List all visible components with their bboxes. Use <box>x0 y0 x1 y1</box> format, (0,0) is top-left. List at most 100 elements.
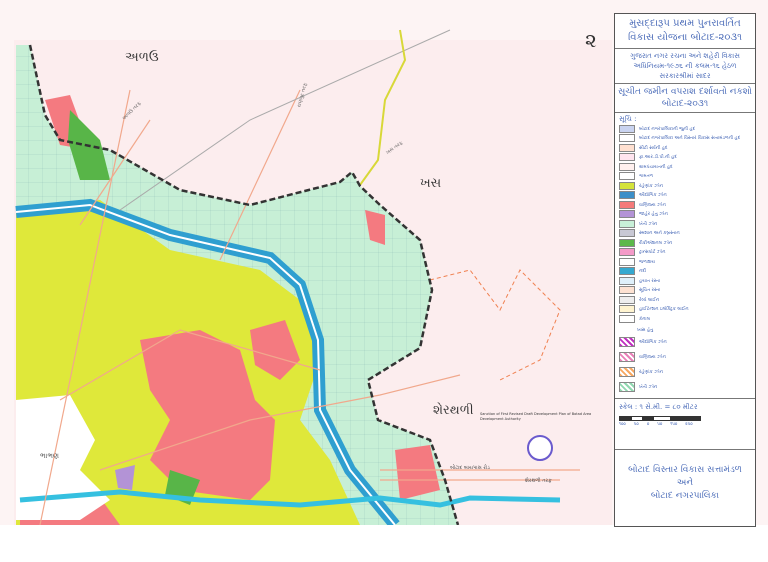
legend-swatch <box>619 172 635 181</box>
legend-swatch <box>619 352 635 362</box>
road-label: બોટાદ બાયપાસ રોડ <box>450 465 490 471</box>
sheet-number: ૨ <box>585 28 597 52</box>
scale-tick: ૫૦ <box>657 421 663 426</box>
scale-tick: ૦ <box>646 421 650 426</box>
scale-bar: સ્કેલ : ૧ સે.મી. = ૮૦ મીટર ૧૦૦ ૫૦ ૦ ૫૦ ૧૫૦ ૨૫… <box>615 398 755 430</box>
place-label-southwest: ભાભણ <box>40 452 60 460</box>
legend-label: વાણિજ્ય ઝોન <box>639 202 666 208</box>
approval-note: Sanction of First Revised Draft Developm… <box>480 412 592 421</box>
government-seal <box>527 435 553 461</box>
map-title: સૂચીત જમીન વપરાશ દર્શાવતો નકશો બોટાદ-૨૦૩… <box>615 84 755 113</box>
legend-label: રેલ્વે લાઈન <box>639 297 660 303</box>
legend-label: નદી <box>639 269 647 275</box>
legend-label: સૂચિત રસ્તા <box>639 288 661 294</box>
legend-swatch <box>619 267 635 276</box>
legend-item: કેનાલ <box>619 314 751 324</box>
legend-label: હાઈટેન્શન ઇલેક્ટ્રિક લાઈન <box>639 307 689 313</box>
legend-swatch <box>619 382 635 392</box>
legend-label: ખેતી ઝોન <box>639 221 658 227</box>
scale-tick: ૧૦૦ <box>619 421 626 426</box>
legend-item: ઔદ્યોગિક ઝોન <box>619 191 751 201</box>
legend-item: હાઈટેન્શન ઇલેક્ટ્રિક લાઈન <box>619 305 751 315</box>
legend-swatch <box>619 229 635 238</box>
title-panel: મુસદ્દારૂપ પ્રથમ પુનરાવર્તિત વિકાસ યોજના… <box>614 13 756 527</box>
scale-text: સ્કેલ : ૧ સે.મી. = ૮૦ મીટર <box>619 403 698 411</box>
legend-item: જળાશય <box>619 257 751 267</box>
legend-title: સૂચિ : <box>619 115 637 123</box>
legend-swatch <box>619 257 635 266</box>
legend-item: હયાત રસ્તા <box>619 276 751 286</box>
legend-item: જાહેર હેતુ ઝોન <box>619 210 751 220</box>
legend-hatched-title: ખાસ હેતુ <box>637 327 654 333</box>
legend-item: રીક્રીએશનલ ઝોન <box>619 238 751 248</box>
legend-label: કેનાલ <box>639 316 651 322</box>
legend: સૂચિ : બોટાદ નગરપાલિકાની જુની હદ બોટાદ નગ… <box>615 113 755 397</box>
legend-item: બોટાદ નગરપાલિકા અને વિસ્તાર વિકાસ સત્તામ… <box>619 134 751 144</box>
legend-swatch <box>619 191 635 200</box>
legend-swatch <box>619 134 635 143</box>
legend-label: ખેતી ઝોન <box>639 385 658 390</box>
legend-label: રીક્રીએશનલ ઝોન <box>639 240 673 246</box>
road-label: શેરથળી તરફ <box>525 478 552 484</box>
legend-swatch <box>619 305 635 314</box>
legend-item: બોટાદ નગરપાલિકાની જુની હદ <box>619 124 751 134</box>
legend-swatch <box>619 314 635 323</box>
legend-item: રેલ્વે લાઈન <box>619 295 751 305</box>
legend-swatch <box>619 210 635 219</box>
legend-swatch <box>619 337 635 347</box>
place-label-north: અળઉ <box>125 50 159 65</box>
place-label-southeast: શેરથળી <box>433 403 474 418</box>
legend-swatch <box>619 162 635 171</box>
plan-title: મુસદ્દારૂપ પ્રથમ પુનરાવર્તિત વિકાસ યોજના… <box>615 14 755 49</box>
legend-label: સીટી સર્વેની હદ <box>639 145 668 151</box>
scale-tick: ૫૦ <box>633 421 639 426</box>
legend-label: સ્મશાન અને કબ્રસ્તાન <box>639 231 680 237</box>
legend-label: જળાશય <box>639 259 656 265</box>
legend-item: ખેતી ઝોન <box>619 219 751 229</box>
legend-item: ફા.આર.ડી.પી.ની હદ <box>619 153 751 163</box>
legend-label: ગ્રામપંચાયતની હદ <box>639 164 673 170</box>
legend-item: ખેતી ઝોન <box>619 380 751 395</box>
legend-label: ઔદ્યોગિક ઝોન <box>639 193 667 199</box>
legend-swatch <box>619 276 635 285</box>
legend-item: સ્મશાન અને કબ્રસ્તાન <box>619 229 751 239</box>
legend-swatch <box>619 143 635 152</box>
organization-name: બોટાદ વિસ્તાર વિકાસ સત્તામંડળ અને બોટાદ … <box>615 449 755 503</box>
legend-swatch <box>619 200 635 209</box>
legend-item: નદી <box>619 267 751 277</box>
org-line-1: બોટાદ વિસ્તાર વિકાસ સત્તામંડળ <box>628 465 742 475</box>
legend-item: સીટી સર્વેની હદ <box>619 143 751 153</box>
legend-label: ઔદ્યોગિક ઝોન <box>639 340 667 345</box>
legend-label: ટ્રાન્સપોર્ટ ઝોન <box>639 250 666 256</box>
legend-item: ઔદ્યોગિક ઝોન <box>619 335 751 350</box>
legend-label: હયાત રસ્તા <box>639 278 661 284</box>
plan-subtitle: ગુજરાત નગર રચના અને શહેરી વિકાસ અધિનિયમ-… <box>615 49 755 84</box>
legend-swatch <box>619 181 635 190</box>
legend-swatch <box>619 286 635 295</box>
legend-swatch <box>619 238 635 247</box>
legend-swatch <box>619 124 635 133</box>
legend-item: સૂચિત રસ્તા <box>619 286 751 296</box>
legend-label: રહેણાંક ઝોન <box>639 370 663 375</box>
legend-swatch <box>619 295 635 304</box>
legend-swatch <box>619 367 635 377</box>
legend-label: જાહેર હેતુ ઝોન <box>639 212 668 218</box>
legend-swatch <box>619 153 635 162</box>
legend-label: ગામતળ <box>639 174 654 180</box>
legend-item: ટ્રાન્સપોર્ટ ઝોન <box>619 248 751 258</box>
legend-label: વાણિજ્ય ઝોન <box>639 355 666 360</box>
legend-label: બોટાદ નગરપાલિકાની જુની હદ <box>639 126 696 132</box>
legend-item: ગ્રામપંચાયતની હદ <box>619 162 751 172</box>
legend-label: ફા.આર.ડી.પી.ની હદ <box>639 155 677 161</box>
org-line-3: બોટાદ નગરપાલિકા <box>650 491 720 501</box>
place-label-east: ખસ <box>420 176 442 191</box>
legend-item: રહેણાંક ઝોન <box>619 181 751 191</box>
legend-swatch <box>619 219 635 228</box>
legend-label: રહેણાંક ઝોન <box>639 183 663 189</box>
legend-item: રહેણાંક ઝોન <box>619 365 751 380</box>
org-line-2: અને <box>676 478 694 488</box>
scale-tick: ૨૫૦ <box>685 421 693 426</box>
legend-item: વાણિજ્ય ઝોન <box>619 200 751 210</box>
legend-item: વાણિજ્ય ઝોન <box>619 350 751 365</box>
legend-swatch <box>619 248 635 257</box>
